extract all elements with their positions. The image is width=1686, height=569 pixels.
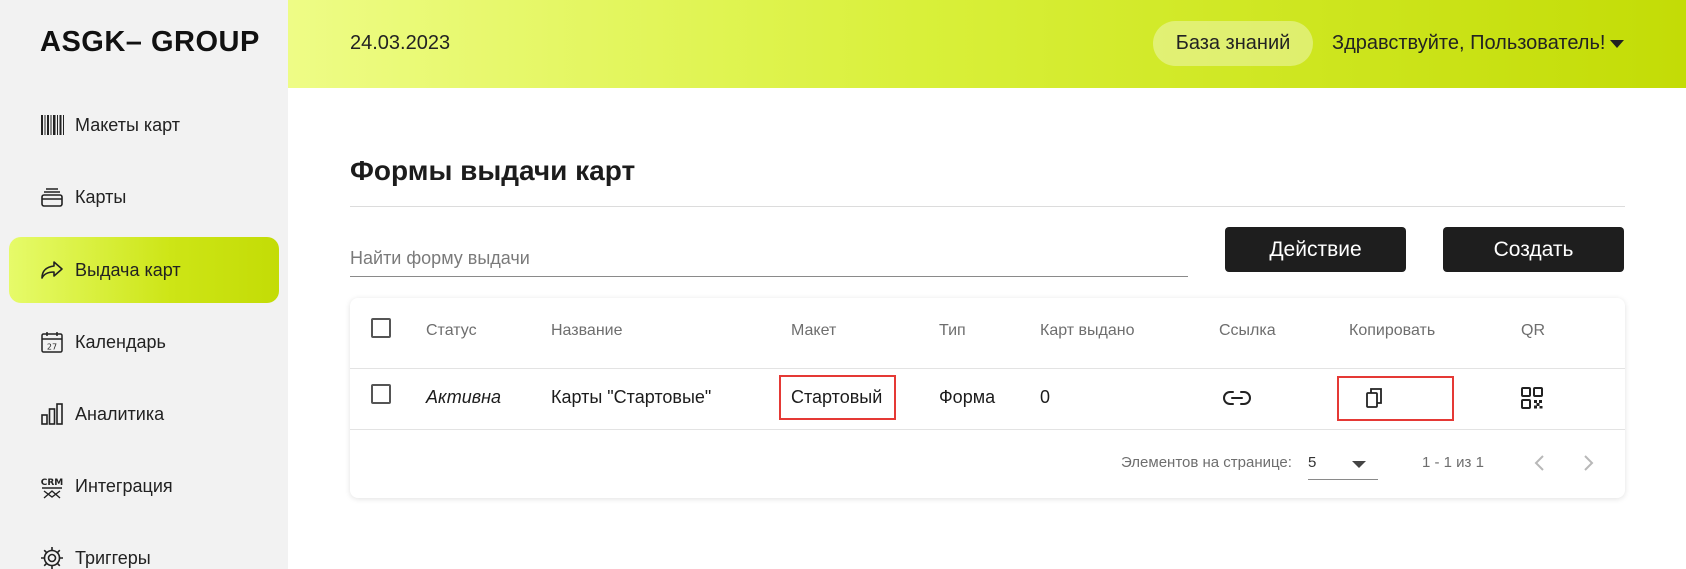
column-header-link: Ссылка [1219, 322, 1276, 339]
calendar-icon: 27 [39, 329, 65, 355]
column-header-name: Название [551, 322, 623, 339]
chevron-right-icon [1584, 455, 1594, 471]
top-header: 24.03.2023 База знаний Здравствуйте, Пол… [288, 0, 1686, 88]
column-header-copy: Копировать [1349, 322, 1436, 339]
sidebar-item-label: Карты [75, 186, 127, 207]
page-size-value: 5 [1308, 454, 1317, 471]
chevron-down-icon[interactable] [1610, 40, 1624, 48]
issued-cell: 0 [1040, 387, 1051, 407]
sidebar-item-label: Выдача карт [75, 259, 181, 280]
share-arrow-icon [39, 257, 65, 283]
sidebar-item-triggers[interactable]: Триггеры [9, 525, 279, 569]
name-cell[interactable]: Карты "Стартовые" [551, 387, 711, 408]
sidebar-item-integration[interactable]: CRM Интеграция [9, 453, 279, 519]
link-icon[interactable] [1221, 383, 1253, 413]
app-logo: ASGK– GROUP [40, 26, 260, 58]
column-header-status: Статус [426, 322, 477, 339]
user-greeting[interactable]: Здравствуйте, Пользователь! [1332, 32, 1605, 55]
next-page-button[interactable] [1576, 451, 1600, 475]
copy-icon[interactable] [1360, 383, 1388, 413]
action-button[interactable]: Действие [1225, 227, 1406, 272]
row-divider [350, 368, 1625, 369]
column-header-layout: Макет [791, 322, 837, 339]
sidebar-item-label: Интеграция [75, 475, 173, 496]
svg-text:CRM: CRM [41, 478, 64, 488]
sidebar-item-label: Макеты карт [75, 114, 181, 135]
sidebar-item-card-issuing[interactable]: Выдача карт [9, 237, 279, 303]
type-cell: Форма [939, 387, 996, 407]
sidebar-item-analytics[interactable]: Аналитика [9, 381, 279, 447]
page-size-select[interactable]: 5 [1308, 448, 1378, 480]
status-cell: Активна [426, 387, 502, 407]
forms-table: Статус Название Макет Тип Карт выдано Сс… [350, 298, 1625, 498]
gear-icon [39, 545, 65, 569]
cards-stack-icon [39, 184, 65, 210]
sidebar: ASGK– GROUP Макеты карт Карты Выдача кар… [0, 0, 288, 569]
sidebar-item-label: Календарь [75, 331, 166, 352]
sidebar-item-card-layouts[interactable]: Макеты карт [9, 92, 279, 158]
page-size-label: Элементов на странице: [1121, 454, 1292, 471]
prev-page-button[interactable] [1528, 451, 1552, 475]
qr-code-icon[interactable] [1518, 383, 1546, 413]
layout-cell: Стартовый [791, 387, 883, 407]
column-header-issued: Карт выдано [1040, 322, 1135, 339]
chevron-down-icon [1352, 461, 1366, 468]
copy-highlight-box [1337, 376, 1454, 421]
row-checkbox[interactable] [371, 384, 391, 404]
chevron-left-icon [1534, 455, 1544, 471]
sidebar-item-cards[interactable]: Карты [9, 164, 279, 230]
column-header-type: Тип [939, 322, 966, 339]
sidebar-item-calendar[interactable]: 27 Календарь [9, 309, 279, 375]
bar-chart-icon [39, 401, 65, 427]
barcode-icon [39, 112, 65, 138]
search-input[interactable] [350, 241, 1188, 277]
page-title: Формы выдачи карт [350, 155, 636, 186]
title-divider [350, 206, 1625, 207]
svg-text:27: 27 [47, 343, 57, 352]
current-date: 24.03.2023 [350, 32, 451, 54]
sidebar-item-label: Триггеры [75, 547, 151, 568]
knowledge-base-button[interactable]: База знаний [1153, 21, 1313, 66]
row-divider [350, 429, 1625, 430]
select-all-checkbox[interactable] [371, 318, 391, 338]
page-range: 1 - 1 из 1 [1422, 454, 1484, 471]
create-button[interactable]: Создать [1443, 227, 1624, 272]
crm-icon: CRM [39, 473, 65, 499]
sidebar-item-label: Аналитика [75, 403, 165, 424]
column-header-qr: QR [1521, 322, 1545, 339]
